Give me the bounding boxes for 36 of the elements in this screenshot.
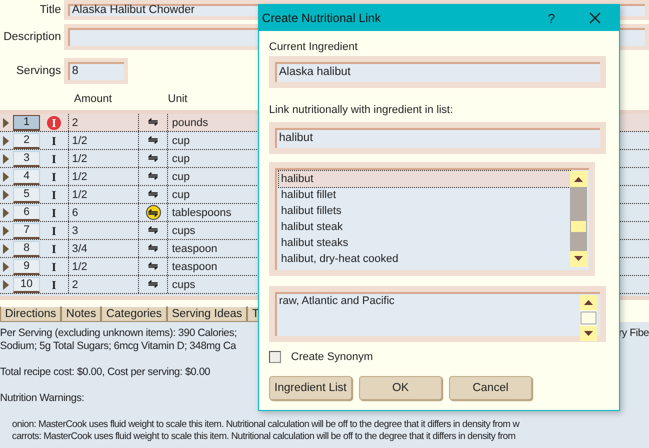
amount-cell: 2 [69,276,139,293]
warning-text: onion: MasterCook uses fluid weight to scale this item. Nutritional calculation will be off to the degree that it differs in density from w [12,419,520,431]
nutrition-text: Per Serving (excluding unknown items): 390 Calories; [0,327,237,339]
unit-cell-text: cups [171,224,196,236]
current-ingredient-label: Current Ingredient [269,41,359,53]
unit-cell-text: teaspoon [171,242,218,254]
unit-cell-text: cup [171,152,190,164]
unit-cell-text: cup [171,188,190,200]
nutrition-text: Sodium; 5g Total Sugars; 6mcg Vitamin D; 348mg Ca [0,340,236,352]
amount-cell: 1/2 [69,150,139,167]
warning-text: carrots: MasterCook uses fluid weight to scale this item. Nutritional calculation will be off to the degree that it differs in density from [12,431,516,443]
unit-cell-text: teaspoon [171,260,218,272]
unit-cell-text: cup [171,134,190,146]
dialog-title: Create Nutritional Link [262,11,382,25]
link-label: Link nutritionally with ingredient in list: [269,104,454,116]
amount-cell: 3/4 [69,240,139,257]
unit-cell-text: tablespoons [171,206,232,218]
amount-cell: 1/2 [69,132,139,149]
amount-cell: 1/2 [69,186,139,203]
unit-cell-text: cup [171,170,190,182]
column-header: Unit [168,93,188,105]
unit-cell-text: pounds [171,116,208,128]
ingredient-description: raw, Atlantic and Pacific [279,295,395,309]
cost-text: Total recipe cost: $0.00, Cost per serving: $0.00 [0,366,210,378]
description-label: Description [2,31,61,43]
amount-cell: 3 [69,222,139,239]
column-header: Amount [74,93,112,105]
amount-cell: 2 [69,114,139,131]
amount-cell: 1/2 [69,258,139,275]
amount-cell: 6 [69,204,139,221]
amount-cell: 1/2 [69,168,139,185]
warnings-heading: Nutrition Warnings: [0,392,84,404]
servings-label: Servings [15,65,61,77]
synonym-label: Create Synonym [291,351,373,363]
unit-cell-text: cups [171,278,196,290]
title-label: Title [38,4,61,16]
